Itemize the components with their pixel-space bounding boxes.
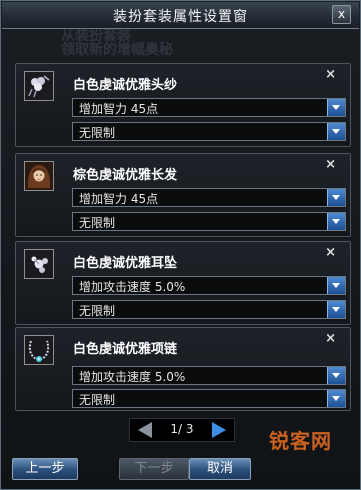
necklace-icon <box>24 335 54 365</box>
item-panel-earring: 白色虔诚优雅耳坠 × 增加攻击速度 5.0% 无限制 <box>15 241 351 325</box>
restriction-dropdown[interactable]: 无限制 <box>72 389 346 408</box>
next-step-button[interactable]: 下一步 <box>119 458 189 480</box>
restriction-dropdown[interactable]: 无限制 <box>72 300 346 319</box>
attribute-value: 增加智力 45点 <box>79 102 159 116</box>
chevron-down-icon[interactable] <box>327 123 345 140</box>
chevron-down-icon[interactable] <box>327 390 345 407</box>
costume-settings-window: 装扮套装属性设置窗 x 从装扮套装 领取新的增幅奥秘 白色虔诚优雅头纱 × 增加… <box>0 0 361 490</box>
item-name: 白色虔诚优雅耳坠 <box>73 256 178 271</box>
hair-portrait-icon <box>24 161 54 191</box>
item-name: 棕色虔诚优雅长发 <box>73 168 178 183</box>
cancel-button[interactable]: 取消 <box>189 458 251 480</box>
attribute-value: 增加智力 45点 <box>79 192 159 206</box>
background-hint-line-2: 领取新的增幅奥秘 <box>61 42 173 58</box>
chevron-down-icon[interactable] <box>327 99 345 116</box>
watermark-logo: 锐客网 <box>269 429 332 453</box>
restriction-dropdown[interactable]: 无限制 <box>72 212 346 231</box>
remove-item-button[interactable]: × <box>325 331 336 346</box>
attribute-dropdown[interactable]: 增加智力 45点 <box>72 188 346 207</box>
earring-icon <box>24 249 54 279</box>
attribute-value: 增加攻击速度 5.0% <box>79 280 186 294</box>
attribute-dropdown[interactable]: 增加攻击速度 5.0% <box>72 366 346 385</box>
chevron-down-icon[interactable] <box>327 277 345 294</box>
chevron-down-icon[interactable] <box>327 189 345 206</box>
window-title: 装扮套装属性设置窗 <box>113 9 248 25</box>
window-close-button[interactable]: x <box>332 5 351 24</box>
remove-item-button[interactable]: × <box>325 157 336 172</box>
item-panel-necklace: 白色虔诚优雅项链 × 增加攻击速度 5.0% 无限制 <box>15 327 351 411</box>
attribute-dropdown[interactable]: 增加智力 45点 <box>72 98 346 117</box>
item-name: 白色虔诚优雅头纱 <box>73 78 178 93</box>
remove-item-button[interactable]: × <box>325 245 336 260</box>
background-hint-text: 从装扮套装 领取新的增幅奥秘 <box>61 29 341 59</box>
item-name: 白色虔诚优雅项链 <box>73 342 178 357</box>
next-page-arrow-icon[interactable] <box>212 422 226 438</box>
title-bar[interactable]: 装扮套装属性设置窗 x <box>2 2 359 29</box>
restriction-value: 无限制 <box>79 304 116 318</box>
chevron-down-icon[interactable] <box>327 301 345 318</box>
page-navigator: 1/ 3 <box>129 418 235 442</box>
attribute-value: 增加攻击速度 5.0% <box>79 370 186 384</box>
item-panel-veil: 白色虔诚优雅头纱 × 增加智力 45点 无限制 <box>15 63 351 147</box>
previous-step-button[interactable]: 上一步 <box>12 458 78 480</box>
background-hint-line-1: 从装扮套装 <box>61 29 131 44</box>
restriction-value: 无限制 <box>79 393 116 407</box>
item-panel-hair: 棕色虔诚优雅长发 × 增加智力 45点 无限制 <box>15 153 351 237</box>
restriction-dropdown[interactable]: 无限制 <box>72 122 346 141</box>
chevron-down-icon[interactable] <box>327 213 345 230</box>
remove-item-button[interactable]: × <box>325 67 336 82</box>
restriction-value: 无限制 <box>79 216 116 230</box>
attribute-dropdown[interactable]: 增加攻击速度 5.0% <box>72 276 346 295</box>
veil-icon <box>24 71 54 101</box>
restriction-value: 无限制 <box>79 126 116 140</box>
chevron-down-icon[interactable] <box>327 367 345 384</box>
